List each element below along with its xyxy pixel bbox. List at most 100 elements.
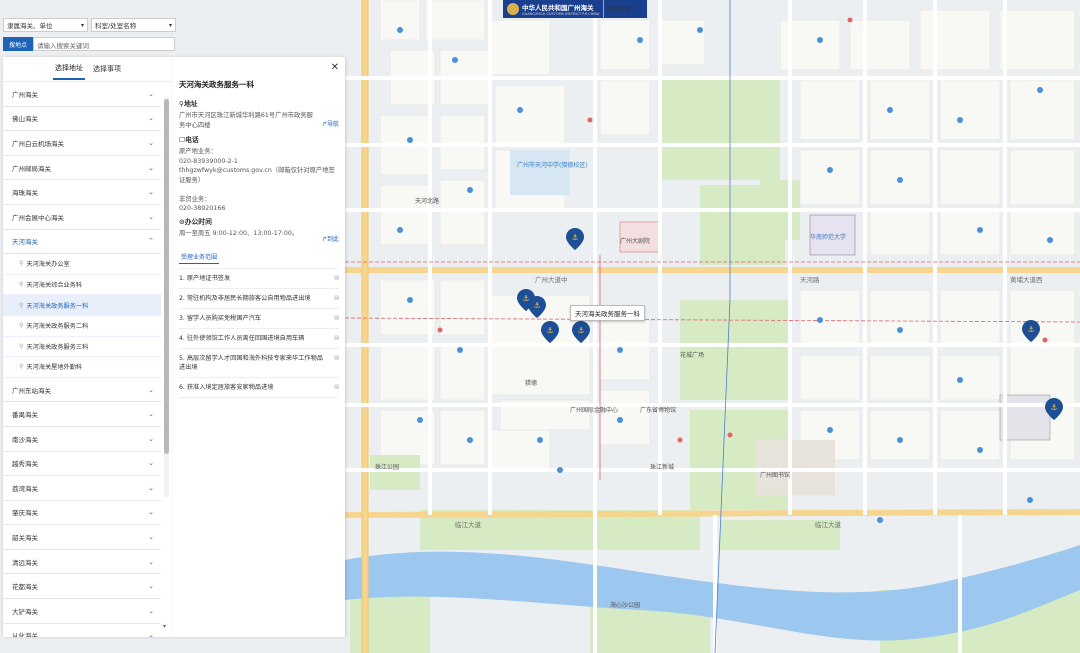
sub-office-item[interactable]: ⚲ 天河海关办公室 bbox=[3, 254, 161, 275]
customs-list-item[interactable]: 广州海关 ⌄ bbox=[3, 82, 161, 107]
sub-office-item[interactable]: ⚲ 天河海关政务服务二科 bbox=[3, 316, 161, 337]
location-icon: ⚲ bbox=[19, 322, 24, 330]
customs-list-label: 广州邮局海关 bbox=[12, 164, 51, 173]
map-label: 广州大道中 bbox=[535, 276, 568, 284]
map-label: 广东省博物馆 bbox=[640, 407, 677, 414]
customs-list-item[interactable]: 天河海关 ⌃ bbox=[3, 230, 161, 255]
customs-list-label: 广州白云机场海关 bbox=[12, 139, 64, 148]
customs-pin[interactable]: ⚓ bbox=[1022, 320, 1040, 342]
banner-section: 政务地图 bbox=[603, 0, 631, 20]
map-label: 天河路 bbox=[800, 276, 820, 284]
route-here-label: 到此 bbox=[326, 236, 339, 243]
customs-list-item[interactable]: 番禺海关 ⌄ bbox=[3, 402, 161, 427]
map-label: 临江大道 bbox=[815, 521, 841, 529]
sub-office-item[interactable]: ⚲ 天河海关综合业务科 bbox=[3, 275, 161, 296]
chevron-down-icon: ⌄ bbox=[148, 459, 154, 468]
tab-select-address[interactable]: 选择地址 bbox=[53, 58, 85, 80]
chevron-down-icon: ⌄ bbox=[148, 631, 154, 637]
scroll-down-icon[interactable]: ▾ bbox=[163, 623, 166, 630]
customs-list-item[interactable]: 越秀海关 ⌄ bbox=[3, 452, 161, 477]
service-item[interactable]: 1. 原产地证书签发 ▤ bbox=[179, 269, 339, 289]
sub-office-label: 天河海关政务服务二科 bbox=[26, 323, 89, 331]
customs-list-item[interactable]: 广州会展中心海关 ⌄ bbox=[3, 205, 161, 230]
customs-list-label: 佛山海关 bbox=[12, 115, 38, 124]
chevron-up-icon: ⌃ bbox=[148, 237, 154, 246]
customs-list-item[interactable]: 南沙海关 ⌄ bbox=[3, 427, 161, 452]
customs-list-label: 大铲海关 bbox=[12, 607, 38, 616]
svg-text:⚓: ⚓ bbox=[577, 326, 584, 335]
tab-select-matters[interactable]: 选择事项 bbox=[91, 59, 123, 79]
svg-text:⚓: ⚓ bbox=[1027, 325, 1034, 334]
customs-emblem-icon bbox=[507, 3, 519, 15]
customs-list-item[interactable]: 广州东站海关 ⌄ bbox=[3, 378, 161, 403]
customs-pin[interactable]: ⚓ bbox=[541, 321, 559, 343]
customs-pin[interactable]: ⚓ bbox=[1045, 398, 1063, 420]
route-here-link[interactable]: ↱到此 bbox=[322, 234, 339, 243]
sub-office-item[interactable]: ⚲ 天河海关政务服务三科 bbox=[3, 337, 161, 358]
map-label: 海心沙公园 bbox=[610, 602, 641, 609]
document-icon: ▤ bbox=[334, 295, 339, 301]
customs-pin-selected[interactable]: ⚓ bbox=[572, 321, 590, 343]
sub-office-label: 天河海关政务服务三科 bbox=[26, 343, 89, 351]
chevron-down-icon: ⌄ bbox=[148, 434, 154, 443]
customs-list-item[interactable]: 广州白云机场海关 ⌄ bbox=[3, 131, 161, 156]
customs-pin[interactable]: ⚓ bbox=[528, 296, 546, 318]
customs-list-item[interactable]: 花都海关 ⌄ bbox=[3, 574, 161, 600]
phone-line bbox=[179, 185, 339, 195]
customs-list-item[interactable]: 大铲海关 ⌄ bbox=[3, 599, 161, 624]
customs-list-item[interactable]: 清远海关 ⌄ bbox=[3, 550, 161, 575]
customs-list-panel: 选择地址 选择事项 广州海关 ⌄ 佛山海关 ⌄ 广州白云机场海关 ⌄ 广州邮局海关 ⌄ 海珠海关… bbox=[3, 57, 173, 637]
office-detail-panel: ✕ 天河海关政务服务一科 ⚲地址 广州市天河区珠江新城华利路61号广州市政务服务… bbox=[173, 57, 345, 637]
customs-list-item[interactable]: 从化海关 ⌄ bbox=[3, 624, 161, 637]
location-icon: ⚲ bbox=[19, 260, 24, 268]
map-callout: 天河海关政务服务一科 bbox=[570, 305, 645, 321]
map-label: 珠江公园 bbox=[375, 464, 400, 471]
chevron-down-icon: ⌄ bbox=[148, 89, 154, 98]
customs-list-label: 南沙海关 bbox=[12, 435, 38, 444]
office-address: 广州市天河区珠江新城华利路61号广州市政务服务中心四楼 bbox=[179, 112, 313, 129]
search-input[interactable]: 请输入搜索关键词 bbox=[33, 37, 175, 51]
tab-service-range[interactable]: 受理业务范围 bbox=[179, 252, 220, 264]
customs-list-item[interactable]: 韶关海关 ⌄ bbox=[3, 525, 161, 550]
customs-list-item[interactable]: 荔湾海关 ⌄ bbox=[3, 476, 161, 501]
phone-line: 非贸业务： bbox=[179, 195, 211, 203]
customs-list-label: 广州会展中心海关 bbox=[12, 213, 64, 222]
scrollbar-thumb[interactable] bbox=[164, 99, 169, 454]
banner-subtitle: GUANGZHOU CUSTOMS DISTRICT P.R.CHINA bbox=[522, 12, 600, 16]
service-item[interactable]: 6. 获准入境定居旅客安家物品进境 ▤ bbox=[179, 378, 339, 398]
section-select[interactable]: 科室/处室名称 ▾ bbox=[91, 18, 176, 32]
phone-line: 020-38920166 bbox=[179, 205, 226, 212]
phone-line: 原产地业务： bbox=[179, 148, 217, 155]
chevron-down-icon: ⌄ bbox=[148, 582, 154, 591]
customs-list-item[interactable]: 广州邮局海关 ⌄ bbox=[3, 156, 161, 181]
customs-select-value: 隶属海关、单位 bbox=[7, 22, 53, 30]
customs-list-item[interactable]: 肇庆海关 ⌄ bbox=[3, 501, 161, 526]
filter-row: 隶属海关、单位 ▾ 科室/处室名称 ▾ bbox=[3, 18, 176, 32]
service-item[interactable]: 3. 留学人员购买免税国产汽车 ▤ bbox=[179, 309, 339, 329]
customs-select[interactable]: 隶属海关、单位 ▾ bbox=[3, 18, 88, 32]
customs-list-item[interactable]: 海珠海关 ⌄ bbox=[3, 180, 161, 205]
sub-office-label: 天河海关屋地外勤科 bbox=[26, 364, 83, 372]
service-item-label: 6. 获准入境定居旅客安家物品进境 bbox=[179, 384, 274, 391]
list-scrollbar[interactable] bbox=[164, 97, 169, 497]
close-icon[interactable]: ✕ bbox=[331, 62, 339, 73]
site-banner[interactable]: 中华人民共和国广州海关 GUANGZHOU CUSTOMS DISTRICT P… bbox=[503, 0, 647, 20]
sub-office-item[interactable]: ⚲ 天河海关政务服务一科 bbox=[3, 295, 161, 316]
service-item[interactable]: 4. 驻外使领馆工作人员离任回国进境自用车辆 ▤ bbox=[179, 329, 339, 349]
customs-list-item[interactable]: 佛山海关 ⌄ bbox=[3, 107, 161, 132]
location-icon: ⚲ bbox=[19, 281, 24, 289]
section-select-value: 科室/处室名称 bbox=[95, 22, 137, 30]
document-icon: ▤ bbox=[334, 384, 339, 390]
sub-office-item[interactable]: ⚲ 天河海关屋地外勤科 bbox=[3, 357, 161, 378]
customs-pin[interactable]: ⚓ bbox=[566, 228, 584, 250]
location-icon: ⚲ bbox=[19, 342, 24, 350]
banner-title: 中华人民共和国广州海关 bbox=[522, 4, 594, 12]
map-label: 黄埔大道西 bbox=[1010, 276, 1043, 284]
service-item-label: 1. 原产地证书签发 bbox=[179, 275, 231, 282]
service-item[interactable]: 2. 常驻机构及非居民长期旅客公自用物品进出境 ▤ bbox=[179, 289, 339, 309]
address-heading: ⚲地址 bbox=[179, 98, 339, 108]
navigate-link[interactable]: ↱导航 bbox=[322, 119, 339, 128]
customs-list-label: 番禺海关 bbox=[12, 411, 38, 420]
service-item[interactable]: 5. 高层次留学人才回国和海外科技专家来华工作物品进出境 ▤ bbox=[179, 349, 339, 378]
search-location-button[interactable]: 搜地点 bbox=[3, 37, 33, 51]
